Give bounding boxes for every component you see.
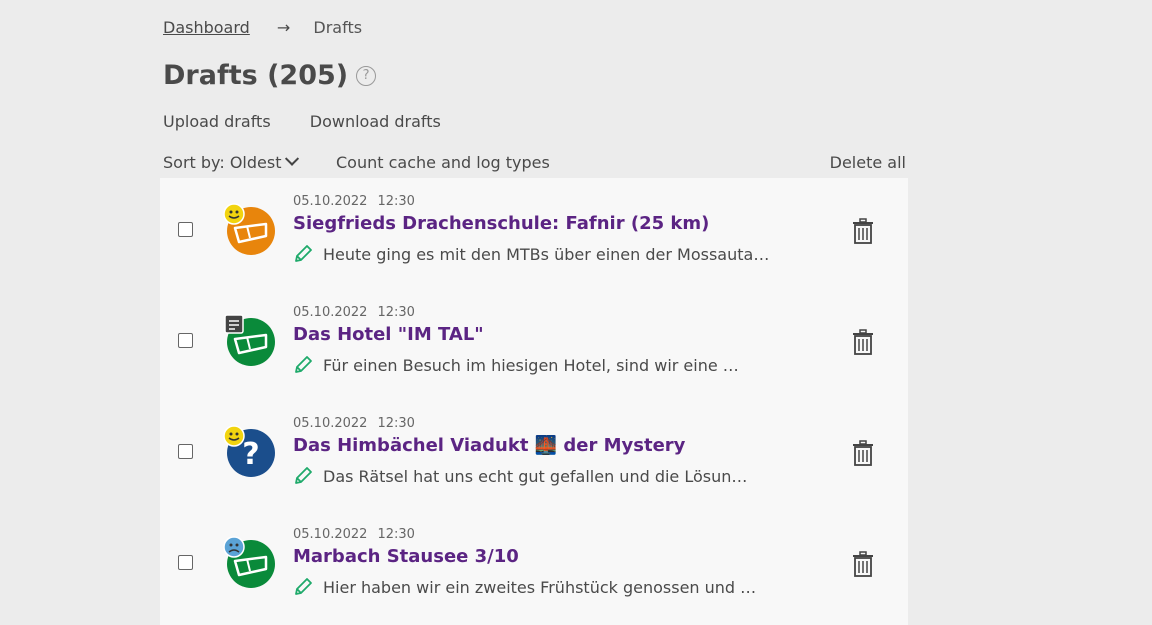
help-icon[interactable]: ? <box>356 65 377 86</box>
sort-label: Sort by: Oldest <box>163 153 282 172</box>
snippet-text: Für einen Besuch im hiesigen Hotel, sind… <box>323 355 739 375</box>
draft-snippet: Für einen Besuch im hiesigen Hotel, sind… <box>293 355 739 375</box>
time-text: 12:30 <box>377 416 415 431</box>
note-icon <box>224 314 244 334</box>
draft-snippet: Heute ging es mit den MTBs über einen de… <box>293 244 769 264</box>
page-title: Drafts (205) <box>163 60 349 91</box>
found-smiley-icon <box>223 425 245 447</box>
breadcrumb-dashboard-link[interactable]: Dashboard <box>163 18 250 37</box>
select-checkbox[interactable] <box>178 444 193 459</box>
trash-icon[interactable] <box>852 551 874 577</box>
date-text: 05.10.2022 <box>293 305 368 320</box>
select-checkbox[interactable] <box>178 555 193 570</box>
sort-dropdown[interactable]: Sort by: Oldest <box>163 151 300 172</box>
found-smiley-icon <box>223 203 245 225</box>
pencil-icon <box>295 356 312 373</box>
cache-type-icon <box>223 203 275 255</box>
pencil-icon <box>295 578 312 595</box>
list-item: ? 05.10.2022 12:30 Das Himbächel Viadukt … <box>160 400 908 511</box>
trash-icon[interactable] <box>852 218 874 244</box>
draft-title-link[interactable]: Das Himbächel Viadukt 🌉 der Mystery <box>293 435 685 456</box>
date-text: 05.10.2022 <box>293 527 368 542</box>
trash-icon[interactable] <box>852 329 874 355</box>
upload-drafts-button[interactable]: Upload drafts <box>163 112 271 131</box>
date-text: 05.10.2022 <box>293 194 368 209</box>
list-item: 05.10.2022 12:30 Das Hotel "IM TAL" Für e… <box>160 289 908 400</box>
select-checkbox[interactable] <box>178 222 193 237</box>
list-item: 05.10.2022 12:30 Marbach Stausee 3/10 Hie… <box>160 511 908 622</box>
delete-all-button[interactable]: Delete all <box>830 153 906 172</box>
breadcrumb: Dashboard → Drafts <box>163 18 362 37</box>
draft-date: 05.10.2022 12:30 <box>293 416 415 431</box>
pencil-icon <box>295 245 312 262</box>
count-cache-log-types-button[interactable]: Count cache and log types <box>336 153 550 172</box>
draft-date: 05.10.2022 12:30 <box>293 194 415 209</box>
draft-title-link[interactable]: Das Hotel "IM TAL" <box>293 324 484 345</box>
time-text: 12:30 <box>377 194 415 209</box>
draft-title-link[interactable]: Marbach Stausee 3/10 <box>293 546 519 567</box>
time-text: 12:30 <box>377 305 415 320</box>
breadcrumb-arrow: → <box>276 18 291 37</box>
list-item: 05.10.2022 12:30 Siegfrieds Drachenschule… <box>160 178 908 289</box>
svg-text:?: ? <box>242 437 259 472</box>
draft-snippet: Das Rätsel hat uns echt gut gefallen und… <box>293 466 747 486</box>
trash-icon[interactable] <box>852 440 874 466</box>
page-header: Drafts (205) ? <box>163 60 377 91</box>
draft-actions: Upload drafts Download drafts <box>163 112 475 131</box>
pencil-icon <box>295 467 312 484</box>
draft-date: 05.10.2022 12:30 <box>293 305 415 320</box>
breadcrumb-current: Drafts <box>313 18 363 37</box>
download-drafts-button[interactable]: Download drafts <box>310 112 441 131</box>
snippet-text: Heute ging es mit den MTBs über einen de… <box>323 244 770 264</box>
draft-date: 05.10.2022 12:30 <box>293 527 415 542</box>
snippet-text: Hier haben wir ein zweites Frühstück gen… <box>323 577 757 597</box>
select-checkbox[interactable] <box>178 333 193 348</box>
cache-type-icon <box>224 314 275 366</box>
draft-snippet: Hier haben wir ein zweites Frühstück gen… <box>293 577 756 597</box>
draft-title-link[interactable]: Siegfrieds Drachenschule: Fafnir (25 km) <box>293 213 709 234</box>
cache-type-icon: ? <box>223 425 275 477</box>
time-text: 12:30 <box>377 527 415 542</box>
cache-type-icon <box>223 536 275 588</box>
drafts-list: 05.10.2022 12:30 Siegfrieds Drachenschule… <box>160 178 908 625</box>
date-text: 05.10.2022 <box>293 416 368 431</box>
chevron-down-icon <box>285 151 300 166</box>
snippet-text: Das Rätsel hat uns echt gut gefallen und… <box>323 466 748 486</box>
dnf-sad-icon <box>223 536 245 558</box>
